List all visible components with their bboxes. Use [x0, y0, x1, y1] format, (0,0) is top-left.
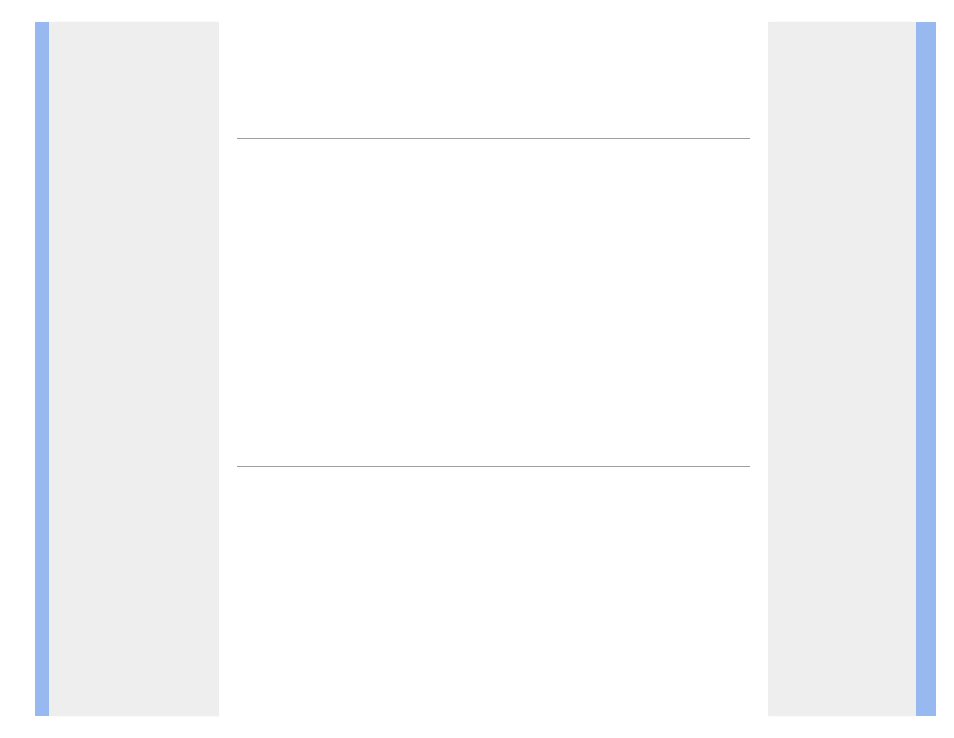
right-accent-bar — [916, 22, 936, 716]
page-container — [35, 22, 936, 716]
divider-bottom — [237, 466, 750, 467]
left-accent-bar — [35, 22, 49, 716]
divider-top — [237, 138, 750, 139]
left-sidebar — [49, 22, 219, 716]
main-content — [219, 22, 768, 716]
right-sidebar — [768, 22, 916, 716]
